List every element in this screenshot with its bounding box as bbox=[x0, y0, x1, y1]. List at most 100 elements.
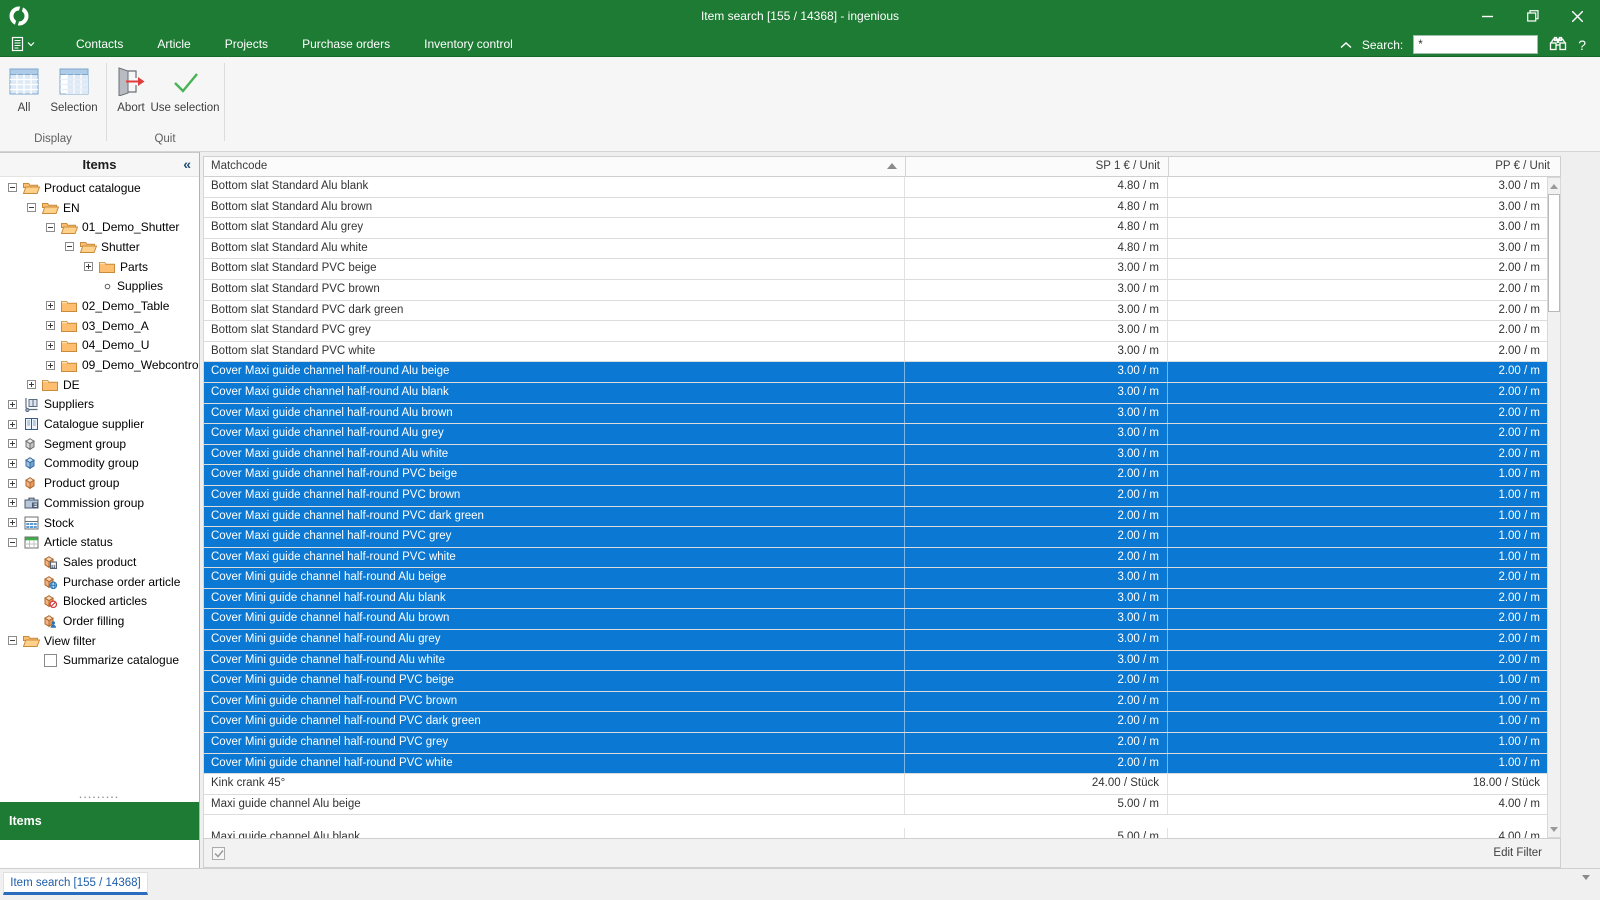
close-button[interactable] bbox=[1555, 0, 1600, 32]
sidebar-item-purchase-order-article[interactable]: Purchase order article bbox=[0, 572, 199, 592]
sidebar-item-stock[interactable]: Stock bbox=[0, 513, 199, 533]
menu-item-purchase-orders[interactable]: Purchase orders bbox=[285, 33, 407, 55]
collapse-panel-icon[interactable]: « bbox=[183, 153, 191, 176]
table-row-selected[interactable]: Cover Mini guide channel half-round PVC … bbox=[204, 733, 1547, 754]
sidebar-item-parts[interactable]: Parts bbox=[0, 257, 199, 277]
table-row[interactable]: Bottom slat Standard PVC beige 3.00 / m 2.… bbox=[204, 259, 1547, 280]
expander-plus-icon[interactable] bbox=[25, 380, 38, 390]
statusbar-dropdown-icon[interactable] bbox=[1582, 875, 1590, 880]
table-row[interactable]: Bottom slat Standard Alu blank 4.80 / m 3.… bbox=[204, 177, 1547, 198]
minimize-button[interactable] bbox=[1465, 0, 1510, 32]
table-row[interactable]: Bottom slat Standard PVC dark green 3.00 … bbox=[204, 300, 1547, 322]
scrollbar-thumb[interactable] bbox=[1548, 194, 1560, 312]
sidebar-item-summarize-catalogue[interactable]: Summarize catalogue bbox=[0, 651, 199, 671]
selection-button[interactable]: Selection bbox=[46, 62, 102, 124]
menu-item-projects[interactable]: Projects bbox=[208, 33, 285, 55]
column-header-pp[interactable]: PP € / Unit bbox=[1169, 157, 1560, 176]
sidebar-item-product-catalogue[interactable]: Product catalogue bbox=[0, 178, 199, 198]
expander-plus-icon[interactable] bbox=[44, 301, 57, 311]
table-row-selected[interactable]: Cover Mini guide channel half-round PVC … bbox=[204, 712, 1547, 734]
sidebar-item-shutter[interactable]: Shutter bbox=[0, 237, 199, 257]
table-row-selected[interactable]: Cover Maxi guide channel half-round Alu … bbox=[204, 424, 1547, 445]
sidebar-item-sales-product[interactable]: Sales product bbox=[0, 552, 199, 572]
table-row-selected[interactable]: Cover Maxi guide channel half-round PVC … bbox=[204, 527, 1547, 548]
collapse-ribbon-icon[interactable] bbox=[1340, 38, 1352, 52]
sidebar-item-order-filling[interactable]: Order filling bbox=[0, 611, 199, 631]
sidebar-item-01-demo-shutter[interactable]: 01_Demo_Shutter bbox=[0, 217, 199, 237]
table-row[interactable]: Bottom slat Standard Alu white 4.80 / m 3.… bbox=[204, 238, 1547, 260]
binoculars-icon[interactable] bbox=[1548, 35, 1568, 55]
expander-plus-icon[interactable] bbox=[6, 439, 19, 449]
items-caption-bar[interactable]: Items bbox=[0, 802, 199, 840]
table-row-selected[interactable]: Cover Maxi guide channel half-round Alu … bbox=[204, 382, 1547, 404]
sidebar-item-supplies[interactable]: Supplies bbox=[0, 276, 199, 296]
column-header-sp1[interactable]: SP 1 € / Unit bbox=[906, 157, 1169, 176]
table-row[interactable]: Bottom slat Standard Alu grey 4.80 / m 3.0… bbox=[204, 218, 1547, 239]
expander-plus-icon[interactable] bbox=[6, 458, 19, 468]
restore-button[interactable] bbox=[1510, 0, 1555, 32]
vertical-scrollbar[interactable] bbox=[1547, 177, 1561, 838]
menu-item-inventory-control[interactable]: Inventory control bbox=[407, 33, 530, 55]
sidebar-item-04-demo-u[interactable]: 04_Demo_U bbox=[0, 336, 199, 356]
table-row-selected[interactable]: Cover Mini guide channel half-round PVC … bbox=[204, 671, 1547, 692]
sidebar-item-en[interactable]: EN bbox=[0, 198, 199, 218]
expander-plus-icon[interactable] bbox=[6, 498, 19, 508]
sidebar-item-segment-group[interactable]: Segment group bbox=[0, 434, 199, 454]
use-selection-button[interactable]: Use selection bbox=[150, 62, 220, 124]
sidebar-item-blocked-articles[interactable]: Blocked articles bbox=[0, 591, 199, 611]
expander-minus-icon[interactable] bbox=[6, 537, 19, 547]
table-row-selected[interactable]: Cover Maxi guide channel half-round PVC … bbox=[204, 506, 1547, 528]
menu-item-contacts[interactable]: Contacts bbox=[59, 33, 140, 55]
table-row-selected[interactable]: Cover Mini guide channel half-round Alu … bbox=[204, 588, 1547, 610]
sidebar-item-product-group[interactable]: Product group bbox=[0, 473, 199, 493]
column-header-matchcode[interactable]: Matchcode bbox=[204, 157, 906, 176]
table-row[interactable]: Bottom slat Standard PVC brown 3.00 / m 2.… bbox=[204, 279, 1547, 301]
sidebar-item-commission-group[interactable]: Commission group bbox=[0, 493, 199, 513]
table-row[interactable]: Maxi guide channel Alu beige 5.00 / m 4.00… bbox=[204, 794, 1547, 816]
expander-minus-icon[interactable] bbox=[6, 183, 19, 193]
expander-plus-icon[interactable] bbox=[44, 360, 57, 370]
all-button[interactable]: All bbox=[6, 62, 42, 124]
table-row[interactable]: Bottom slat Standard PVC white 3.00 / m 2.… bbox=[204, 341, 1547, 363]
expander-minus-icon[interactable] bbox=[63, 242, 76, 252]
sidebar-item-catalogue-supplier[interactable]: Catalogue supplier bbox=[0, 414, 199, 434]
menu-item-article[interactable]: Article bbox=[140, 33, 207, 55]
sidebar-item-article-status[interactable]: Article status bbox=[0, 532, 199, 552]
scroll-up-button[interactable] bbox=[1548, 178, 1560, 194]
expander-plus-icon[interactable] bbox=[44, 321, 57, 331]
sidebar-item-03-demo-a[interactable]: 03_Demo_A bbox=[0, 316, 199, 336]
abort-button[interactable]: Abort bbox=[112, 62, 150, 124]
filter-checkbox[interactable] bbox=[212, 846, 225, 860]
expander-plus-icon[interactable] bbox=[44, 340, 57, 350]
sidebar-item-09-demo-webcontrols[interactable]: 09_Demo_Webcontrols bbox=[0, 355, 199, 375]
expander-plus-icon[interactable] bbox=[6, 518, 19, 528]
table-row-selected[interactable]: Cover Maxi guide channel half-round PVC … bbox=[204, 547, 1547, 569]
table-row-selected[interactable]: Cover Mini guide channel half-round PVC … bbox=[204, 753, 1547, 775]
expander-minus-icon[interactable] bbox=[25, 203, 38, 213]
table-row-selected[interactable]: Cover Mini guide channel half-round Alu … bbox=[204, 630, 1547, 651]
table-row[interactable]: Maxi guide channel Alu blank 5.00 / m 4.00… bbox=[204, 827, 1547, 838]
scroll-down-button[interactable] bbox=[1548, 821, 1560, 837]
expander-plus-icon[interactable] bbox=[82, 262, 95, 272]
expander-plus-icon[interactable] bbox=[6, 399, 19, 409]
table-row-selected[interactable]: Cover Maxi guide channel half-round PVC … bbox=[204, 465, 1547, 486]
report-menu-icon[interactable] bbox=[10, 36, 35, 52]
statusbar-tab-item-search[interactable]: Item search [155 / 14368] bbox=[3, 872, 148, 895]
expander-minus-icon[interactable] bbox=[6, 636, 19, 646]
expander-plus-icon[interactable] bbox=[6, 478, 19, 488]
splitter-handle[interactable]: ......... bbox=[0, 790, 199, 800]
table-row-selected[interactable]: Cover Maxi guide channel half-round Alu … bbox=[204, 403, 1547, 425]
table-row-selected[interactable]: Cover Maxi guide channel half-round Alu … bbox=[204, 444, 1547, 466]
table-row-selected[interactable]: Cover Mini guide channel half-round Alu … bbox=[204, 650, 1547, 672]
help-icon[interactable]: ? bbox=[1578, 37, 1586, 53]
expander-plus-icon[interactable] bbox=[6, 419, 19, 429]
table-row[interactable]: Kink crank 45° 24.00 / Stück 18.00 / Stück bbox=[204, 774, 1547, 795]
table-row-selected[interactable]: Cover Maxi guide channel half-round PVC … bbox=[204, 485, 1547, 507]
expander-minus-icon[interactable] bbox=[44, 222, 57, 232]
table-row[interactable]: Bottom slat Standard PVC grey 3.00 / m 2.0… bbox=[204, 321, 1547, 342]
table-row-selected[interactable]: Cover Mini guide channel half-round Alu … bbox=[204, 609, 1547, 631]
edit-filter-button[interactable]: Edit Filter bbox=[1493, 847, 1542, 859]
table-row-selected[interactable]: Cover Maxi guide channel half-round Alu … bbox=[204, 362, 1547, 383]
search-input[interactable] bbox=[1413, 35, 1539, 54]
sidebar-item-de[interactable]: DE bbox=[0, 375, 199, 395]
